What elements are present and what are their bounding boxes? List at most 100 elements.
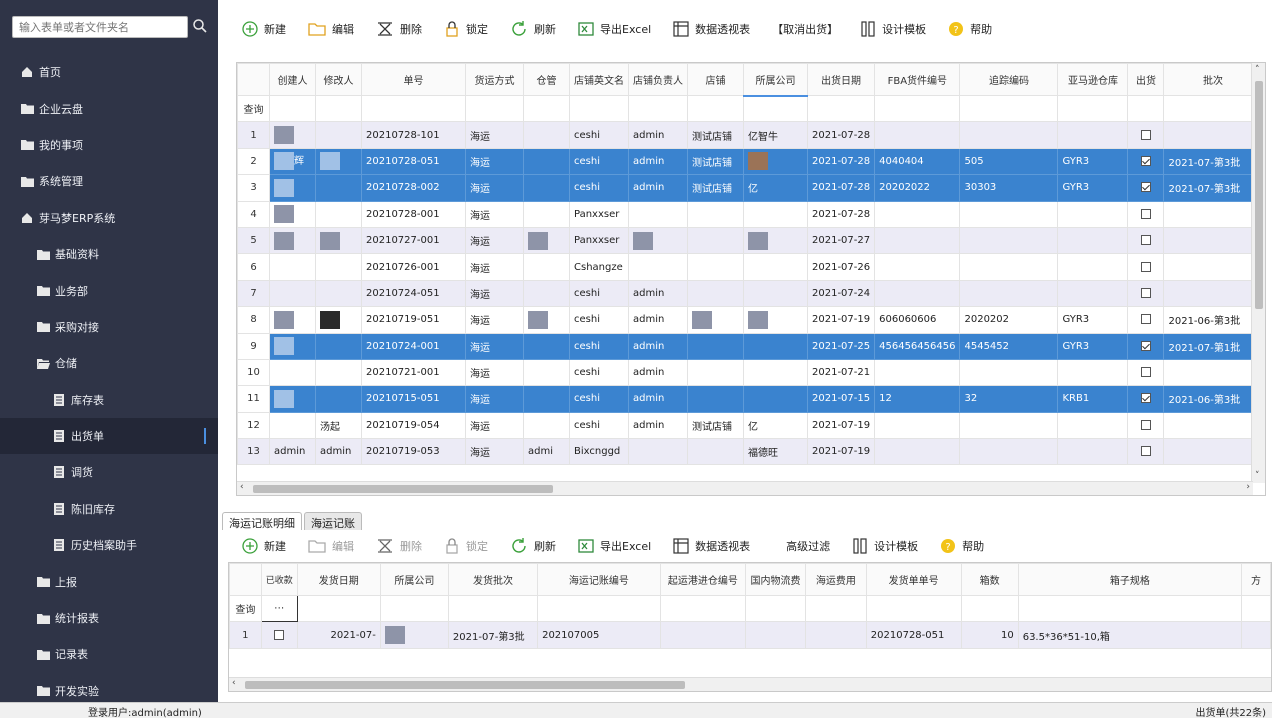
sidebar-item-7[interactable]: 采购对接 [0, 309, 218, 345]
sidebar-item-5[interactable]: 基础资料 [0, 236, 218, 272]
hscroll-thumb[interactable] [253, 485, 553, 493]
advanced-filter-button[interactable]: 高级过滤 [786, 538, 830, 554]
shipped-checkbox[interactable] [1140, 340, 1151, 351]
table-row[interactable]: 9 20210724-001 海运 ceshi admin 2021-07-25 45645… [237, 332, 1263, 360]
cell-track[interactable]: 2020202 [959, 306, 1059, 334]
cell-owner[interactable]: admin [628, 411, 688, 440]
cell-modifier[interactable] [315, 200, 362, 228]
query-cell[interactable] [804, 594, 867, 623]
cell-wm[interactable] [523, 306, 570, 334]
cell-order[interactable]: 20210728-101 [361, 121, 466, 149]
shipped-checkbox[interactable] [1140, 393, 1151, 404]
cell-wh[interactable]: GYR3 [1057, 306, 1129, 334]
shipped-checkbox[interactable] [1140, 182, 1151, 193]
cell-company[interactable] [743, 332, 808, 360]
cell-fba[interactable]: 456456456456 [874, 332, 961, 360]
cell-shop_en[interactable]: Cshangze [569, 253, 629, 281]
shipped-checkbox-cell[interactable] [1127, 358, 1165, 387]
cell-track[interactable] [959, 438, 1059, 466]
received-checkbox-cell[interactable] [260, 621, 298, 649]
shipped-checkbox-cell[interactable] [1127, 332, 1165, 360]
cell-port[interactable] [659, 621, 747, 649]
sidebar-item-1[interactable]: 企业云盘 [0, 90, 218, 126]
shipped-checkbox-cell[interactable] [1127, 121, 1165, 149]
column-header[interactable]: 发货单单号 [865, 563, 962, 596]
cell-ship[interactable]: 海运 [465, 279, 524, 308]
table-row[interactable]: 2 辉 20210728-051 海运 ceshi admin 测试店铺 2021-07-28… [237, 147, 1263, 176]
cell-company[interactable] [743, 358, 808, 387]
scroll-up-icon[interactable]: ˄ [1255, 65, 1260, 75]
query-cell[interactable] [865, 594, 962, 623]
lock-button[interactable]: 锁定 [444, 21, 488, 37]
cell-track[interactable]: 30303 [959, 174, 1059, 202]
cell-track[interactable] [959, 279, 1059, 308]
cell-fba[interactable] [874, 121, 961, 149]
cell-shop[interactable]: 测试店铺 [687, 121, 744, 149]
sidebar-item-13[interactable]: 历史档案助手 [0, 527, 218, 563]
column-header[interactable]: 修改人 [315, 63, 362, 96]
cell-wh[interactable]: GYR3 [1057, 174, 1129, 202]
cell-creator[interactable] [269, 411, 316, 440]
cell-fba[interactable] [874, 253, 961, 281]
cell-company[interactable] [743, 147, 808, 176]
cell-modifier[interactable] [315, 306, 362, 334]
cell-modifier[interactable] [315, 253, 362, 281]
cell-wm[interactable] [523, 253, 570, 281]
cell-owner[interactable]: admin [628, 385, 688, 413]
cell-creator[interactable] [269, 385, 316, 413]
cell-date[interactable]: 2021-07-27 [806, 226, 876, 255]
cell-fba[interactable] [874, 438, 961, 466]
column-header[interactable]: 出货日期 [806, 63, 876, 96]
cell-owner[interactable]: admin [628, 306, 688, 334]
query-cell[interactable] [379, 594, 449, 623]
cell-ship[interactable]: 海运 [465, 121, 524, 149]
query-cell[interactable] [296, 594, 381, 623]
cell-order[interactable]: 20210719-053 [361, 438, 466, 466]
cell-track[interactable] [959, 253, 1059, 281]
shipped-checkbox-cell[interactable] [1127, 411, 1165, 440]
sidebar-item-4[interactable]: 芽马梦ERP系统 [0, 200, 218, 236]
cell-order[interactable]: 20210726-001 [361, 253, 466, 281]
detail-design-button[interactable]: 设计模板 [852, 538, 918, 554]
search-icon[interactable] [192, 18, 210, 36]
cell-spec[interactable]: 63.5*36*51-10,箱 [1017, 621, 1242, 649]
cell-ship[interactable]: 海运 [465, 385, 524, 413]
cell-owner[interactable]: admin [628, 358, 688, 387]
cell-date[interactable]: 2021-07-19 [806, 411, 876, 440]
shipped-checkbox[interactable] [1140, 419, 1151, 430]
cell-track[interactable] [959, 121, 1059, 149]
cell-date[interactable]: 2021-07-25 [806, 332, 876, 360]
query-cell[interactable] [745, 594, 806, 623]
cell-freight[interactable] [804, 621, 867, 649]
detail-edit-button[interactable]: 编辑 [308, 538, 354, 554]
cell-shop[interactable] [687, 226, 744, 255]
cell-order[interactable]: 20210728-002 [361, 174, 466, 202]
cell-ship[interactable]: 海运 [465, 147, 524, 176]
cell-modifier[interactable] [315, 121, 362, 149]
query-cell[interactable] [315, 94, 362, 123]
cell-date[interactable]: 2021-07-26 [806, 253, 876, 281]
query-cell[interactable] [874, 94, 961, 123]
column-header[interactable]: 仓管 [523, 63, 570, 96]
cell-creator[interactable] [269, 358, 316, 387]
cell-fba[interactable] [874, 358, 961, 387]
cell-creator[interactable] [269, 121, 316, 149]
cell-modifier[interactable]: admin [315, 438, 362, 466]
cell-shop_en[interactable]: ceshi [569, 306, 629, 334]
shipped-checkbox-cell[interactable] [1127, 253, 1165, 281]
shipped-checkbox[interactable] [1140, 208, 1151, 219]
cell-extra[interactable] [1240, 621, 1271, 649]
cell-order[interactable]: 20210724-001 [361, 332, 466, 360]
sidebar-item-0[interactable]: 首页 [0, 54, 218, 90]
cell-order[interactable]: 20210719-054 [361, 411, 466, 440]
cell-shop[interactable] [687, 332, 744, 360]
table-row[interactable]: 1 20210728-101 海运 ceshi admin 测试店铺 亿智牛 2021-07-… [237, 121, 1263, 149]
cell-owner[interactable]: admin [628, 121, 688, 149]
query-cell[interactable] [806, 94, 876, 123]
sidebar-item-6[interactable]: 业务部 [0, 272, 218, 308]
cell-company[interactable]: 福德旺 [743, 438, 808, 466]
ellipsis-icon[interactable]: ⋯ [260, 594, 298, 623]
cell-creator[interactable] [269, 226, 316, 255]
cell-wm[interactable] [523, 200, 570, 228]
table-row[interactable]: 13 admin admin 20210719-053 海运 admi Bixcnggd 福德… [237, 438, 1263, 466]
